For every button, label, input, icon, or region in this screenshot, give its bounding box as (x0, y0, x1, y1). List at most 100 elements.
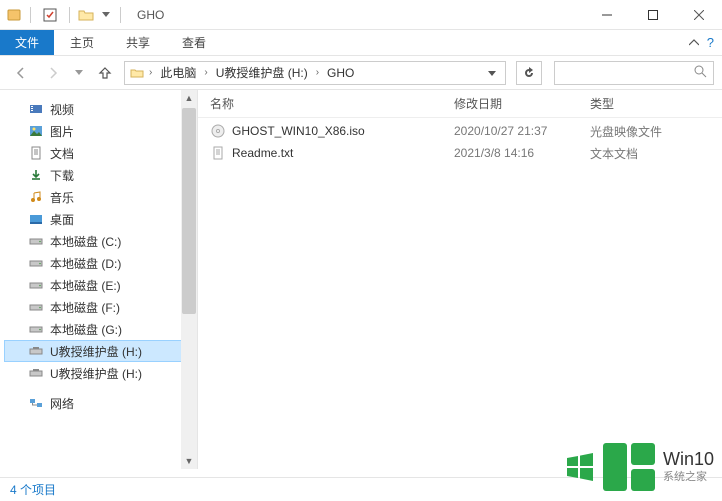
ribbon-help-icon[interactable]: ? (707, 35, 714, 50)
folder-icon (129, 65, 145, 81)
sidebar-item-pictures[interactable]: 图片 (4, 120, 197, 142)
sidebar-item-network[interactable]: 网络 (4, 392, 197, 414)
drive-icon (28, 233, 44, 249)
sidebar-item-drive-e[interactable]: 本地磁盘 (E:) (4, 274, 197, 296)
sidebar-scrollbar[interactable]: ▲ ▼ (181, 90, 197, 469)
sidebar-item-videos[interactable]: 视频 (4, 98, 197, 120)
folder-icon (78, 7, 94, 23)
forward-button[interactable] (40, 60, 66, 86)
minimize-button[interactable] (584, 0, 630, 30)
drive-icon (28, 255, 44, 271)
sidebar-item-label: 下载 (50, 167, 74, 184)
chevron-right-icon[interactable]: › (314, 67, 321, 78)
breadcrumb-drive[interactable]: U教授维护盘 (H:) (212, 64, 312, 81)
sidebar-item-drive-d[interactable]: 本地磁盘 (D:) (4, 252, 197, 274)
file-row[interactable]: GHOST_WIN10_X86.iso 2020/10/27 21:37 光盘映… (198, 120, 722, 142)
breadcrumb-folder[interactable]: GHO (323, 66, 358, 80)
chevron-right-icon[interactable]: › (147, 67, 154, 78)
file-rows: GHOST_WIN10_X86.iso 2020/10/27 21:37 光盘映… (198, 118, 722, 164)
sidebar-item-drive-f[interactable]: 本地磁盘 (F:) (4, 296, 197, 318)
title-bar: GHO (0, 0, 722, 30)
qat-properties-icon[interactable] (39, 4, 61, 26)
column-date[interactable]: 修改日期 (454, 95, 590, 112)
breadcrumb-thispc[interactable]: 此电脑 (156, 64, 200, 81)
music-icon (28, 189, 44, 205)
file-row[interactable]: Readme.txt 2021/3/8 14:16 文本文档 (198, 142, 722, 164)
file-name: Readme.txt (232, 146, 293, 160)
column-type[interactable]: 类型 (590, 95, 700, 112)
sidebar-item-label: 本地磁盘 (F:) (50, 299, 120, 316)
qat-dropdown-icon[interactable] (100, 4, 112, 26)
search-box[interactable] (554, 61, 714, 85)
ribbon: 文件 主页 共享 查看 ? (0, 30, 722, 56)
file-name: GHOST_WIN10_X86.iso (232, 124, 365, 138)
recent-dropdown[interactable] (72, 60, 86, 86)
close-button[interactable] (676, 0, 722, 30)
separator (30, 7, 31, 23)
column-headers: 名称 修改日期 类型 (198, 90, 722, 118)
sidebar-item-label: 本地磁盘 (G:) (50, 321, 122, 338)
picture-icon (28, 123, 44, 139)
watermark-text: Win10 系统之家 (663, 450, 714, 484)
sidebar-item-label: 本地磁盘 (E:) (50, 277, 121, 294)
network-icon (28, 395, 44, 411)
drive-icon (28, 299, 44, 315)
sidebar-item-label: 本地磁盘 (D:) (50, 255, 121, 272)
usb-drive-icon (28, 365, 44, 381)
sidebar-item-label: 网络 (50, 395, 74, 412)
usb-drive-icon (28, 343, 44, 359)
watermark-boxes (603, 443, 655, 491)
chevron-right-icon[interactable]: › (202, 67, 209, 78)
sidebar-item-downloads[interactable]: 下载 (4, 164, 197, 186)
sidebar-item-drive-c[interactable]: 本地磁盘 (C:) (4, 230, 197, 252)
back-button[interactable] (8, 60, 34, 86)
file-tab[interactable]: 文件 (0, 30, 54, 55)
sidebar-item-label: 文档 (50, 145, 74, 162)
sidebar-item-documents[interactable]: 文档 (4, 142, 197, 164)
title-bar-left: GHO (0, 4, 164, 26)
file-list: 名称 修改日期 类型 GHOST_WIN10_X86.iso 2020/10/2… (198, 90, 722, 469)
navigation-bar: › 此电脑 › U教授维护盘 (H:) › GHO (0, 56, 722, 90)
sidebar-item-drive-g[interactable]: 本地磁盘 (G:) (4, 318, 197, 340)
file-date: 2020/10/27 21:37 (454, 124, 590, 138)
tab-view[interactable]: 查看 (166, 30, 222, 55)
scroll-down-icon[interactable]: ▼ (181, 453, 197, 469)
sidebar-item-desktop[interactable]: 桌面 (4, 208, 197, 230)
sidebar-item-music[interactable]: 音乐 (4, 186, 197, 208)
maximize-button[interactable] (630, 0, 676, 30)
search-icon (694, 65, 707, 81)
refresh-button[interactable] (516, 61, 542, 85)
address-dropdown-icon[interactable] (483, 66, 501, 80)
window-title: GHO (137, 8, 164, 22)
ribbon-expand-icon[interactable] (689, 36, 699, 50)
scroll-thumb[interactable] (182, 108, 196, 314)
address-bar[interactable]: › 此电脑 › U教授维护盘 (H:) › GHO (124, 61, 506, 85)
video-icon (28, 101, 44, 117)
sidebar-item-label: 音乐 (50, 189, 74, 206)
sidebar-item-label: U教授维护盘 (H:) (50, 365, 142, 382)
sidebar-item-drive-h[interactable]: U教授维护盘 (H:) (4, 362, 197, 384)
navigation-pane: 视频 图片 文档 下载 音乐 桌面 本地磁盘 (C:) 本地磁盘 (D:) 本地… (0, 90, 198, 469)
document-icon (28, 145, 44, 161)
tab-home[interactable]: 主页 (54, 30, 110, 55)
disc-icon (210, 123, 226, 139)
up-button[interactable] (92, 60, 118, 86)
sidebar-item-label: 视频 (50, 101, 74, 118)
desktop-icon (28, 211, 44, 227)
watermark-subtitle: 系统之家 (663, 468, 714, 484)
breadcrumb-label: GHO (327, 66, 354, 80)
sidebar-item-label: 桌面 (50, 211, 74, 228)
file-type: 光盘映像文件 (590, 123, 700, 140)
sidebar-item-label: 本地磁盘 (C:) (50, 233, 121, 250)
tab-share[interactable]: 共享 (110, 30, 166, 55)
sidebar-item-drive-h-selected[interactable]: U教授维护盘 (H:) (4, 340, 197, 362)
scroll-up-icon[interactable]: ▲ (181, 90, 197, 106)
status-text: 4 个项目 (10, 481, 56, 498)
column-name[interactable]: 名称 (210, 95, 454, 112)
watermark: Win10 系统之家 (565, 443, 714, 491)
separator (120, 7, 121, 23)
breadcrumb-label: U教授维护盘 (H:) (216, 64, 308, 81)
drive-icon (28, 321, 44, 337)
breadcrumb-label: 此电脑 (160, 64, 196, 81)
separator (69, 7, 70, 23)
